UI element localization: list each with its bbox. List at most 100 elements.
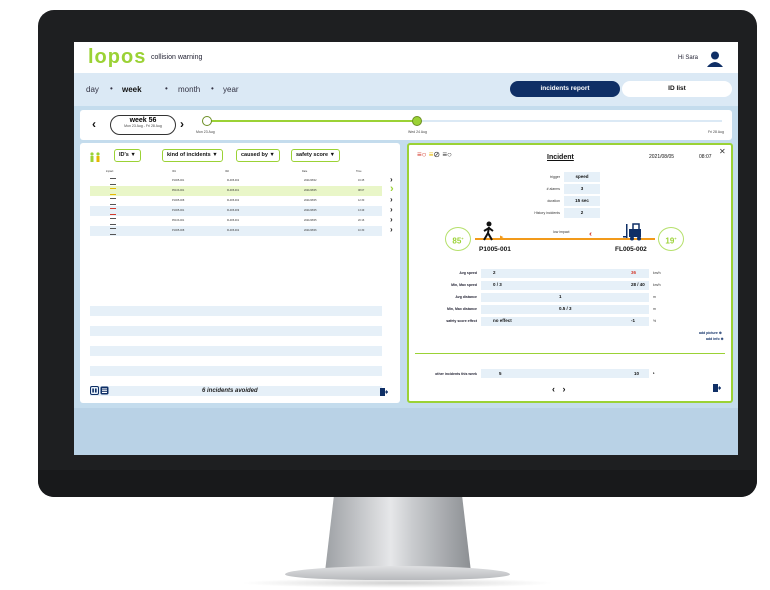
table-row[interactable]: P1005-001 FL005-009 2021/08/05 13:49 bbox=[90, 206, 382, 216]
table-row[interactable]: P1005-008 FL005-002 2021/08/06 10:30 bbox=[90, 226, 382, 236]
week-selector[interactable]: week 56 Mon 23 Aug - Fri 28 Aug bbox=[110, 115, 176, 135]
cell-id1: P1005-001 bbox=[172, 179, 185, 182]
empty-row bbox=[90, 346, 382, 356]
cell-time: 10:30 bbox=[358, 229, 365, 232]
period-week[interactable]: week bbox=[122, 85, 142, 94]
period-year[interactable]: year bbox=[223, 85, 239, 94]
list-red-icon[interactable]: ≡○ bbox=[417, 150, 427, 159]
export-icon[interactable] bbox=[713, 384, 721, 392]
export-icon[interactable] bbox=[380, 388, 388, 396]
ids-filter[interactable]: ID's ▼ bbox=[114, 149, 141, 162]
other-incidents-left: 5 bbox=[499, 371, 502, 376]
metric-right-value: 28 / 40 bbox=[631, 282, 645, 287]
cell-date: 2021/08/02 bbox=[304, 179, 317, 182]
impact-icon bbox=[110, 178, 116, 185]
period-day[interactable]: day bbox=[86, 85, 99, 94]
entity-right-id: FL005-002 bbox=[615, 246, 647, 253]
row-open-arrow[interactable]: › bbox=[390, 195, 393, 204]
incident-title: Incident bbox=[547, 154, 574, 161]
table-row[interactable]: P0103-001 FL005-001 2021/08/05 20:16 bbox=[90, 216, 382, 226]
other-incidents-unit: ▸ bbox=[653, 371, 655, 375]
separator-dot: • bbox=[165, 84, 168, 93]
people-icon[interactable] bbox=[89, 151, 101, 163]
next-incident-button[interactable]: › bbox=[563, 384, 566, 394]
metric-center-value: 1 bbox=[559, 294, 562, 299]
id-list-button[interactable]: ID list bbox=[622, 81, 732, 97]
table-row[interactable]: P1005-001 FL005-002 2021/08/02 16:45 bbox=[90, 176, 382, 186]
user-avatar-icon[interactable] bbox=[706, 50, 724, 68]
incident-date: 2021/08/05 bbox=[649, 154, 675, 160]
column-header: Time bbox=[356, 170, 362, 173]
separator-dot: • bbox=[211, 84, 214, 93]
period-month[interactable]: month bbox=[178, 85, 200, 94]
metric-unit: km/h bbox=[653, 271, 661, 275]
column-header: Date bbox=[302, 170, 308, 173]
detail-label: duration bbox=[547, 199, 560, 203]
safety-score-filter[interactable]: safety score ▼ bbox=[291, 149, 341, 162]
view-toggles: ≡○ ≡⊘ ≡○ bbox=[417, 150, 452, 159]
metric-bar bbox=[481, 293, 649, 302]
user-greeting: Hi Sara bbox=[678, 55, 699, 61]
cell-id2: FL005-009 bbox=[227, 209, 240, 212]
cell-id1: P1005-001 bbox=[172, 209, 185, 212]
right-score-value: 19 bbox=[665, 236, 675, 246]
close-icon[interactable]: ✕ bbox=[719, 147, 726, 156]
metric-bar bbox=[481, 281, 649, 290]
caused-by-filter[interactable]: caused by ▼ bbox=[236, 149, 280, 162]
list-footer: 6 incidents avoided bbox=[80, 384, 400, 403]
cell-time: 08:07 bbox=[358, 189, 365, 192]
next-week-button[interactable]: › bbox=[180, 117, 184, 131]
timeline-start-node[interactable] bbox=[202, 116, 212, 126]
monitor-stand-neck bbox=[325, 497, 471, 572]
metric-label: Min, Max speed bbox=[451, 283, 477, 287]
warning-arrows-icon: ‹‹‹ bbox=[589, 231, 592, 238]
table-row[interactable]: P0103-001 FL005-001 2021/08/05 08:07 bbox=[90, 186, 382, 196]
kind-filter[interactable]: kind of incidents ▼ bbox=[162, 149, 223, 162]
pedestrian-icon bbox=[483, 221, 494, 241]
detail-value: speed bbox=[564, 172, 600, 182]
incidents-list-panel: ID's ▼ kind of incidents ▼ caused by ▼ s… bbox=[80, 143, 400, 403]
metric-left-value: 2 bbox=[493, 270, 496, 275]
list-gray-icon[interactable]: ≡○ bbox=[442, 150, 452, 159]
check-circle-icon[interactable]: ⊘ bbox=[433, 150, 440, 159]
metric-unit: m bbox=[653, 307, 656, 311]
forklift-icon bbox=[623, 223, 641, 241]
metric-right-value: -1 bbox=[631, 318, 636, 323]
cell-date: 2021/08/06 bbox=[304, 229, 317, 232]
impact-icon bbox=[110, 198, 116, 205]
metric-bar bbox=[481, 269, 649, 278]
detail-value: 15 sec bbox=[564, 196, 600, 206]
prev-incident-button[interactable]: ‹ bbox=[552, 384, 555, 394]
add-picture-label: add picture bbox=[699, 331, 718, 335]
timeline-current-node[interactable] bbox=[412, 116, 422, 126]
add-picture-link[interactable]: add picture ⊕ bbox=[699, 331, 722, 335]
row-open-arrow[interactable]: › bbox=[390, 183, 394, 195]
row-open-arrow[interactable]: › bbox=[390, 205, 393, 214]
column-header: ID1 bbox=[172, 170, 176, 173]
add-info-label: add info bbox=[706, 337, 720, 341]
cell-time: 13:49 bbox=[358, 209, 365, 212]
detail-label: trigger bbox=[550, 175, 560, 179]
incidents-report-button[interactable]: incidents report bbox=[510, 81, 620, 97]
metric-left-value: 0 / 3 bbox=[493, 282, 502, 287]
metric-label: safety score effect bbox=[446, 319, 477, 323]
add-info-link[interactable]: add info ⊕ bbox=[706, 337, 724, 341]
impact-label: low impact bbox=[553, 230, 570, 234]
separator-dot: • bbox=[110, 84, 113, 93]
prev-week-button[interactable]: ‹ bbox=[92, 117, 96, 131]
cell-time: 16:45 bbox=[358, 179, 365, 182]
cell-date: 2021/08/05 bbox=[304, 189, 317, 192]
impact-icon bbox=[110, 208, 116, 215]
impact-icon bbox=[110, 188, 116, 195]
row-open-arrow[interactable]: › bbox=[390, 225, 393, 234]
grid-view-icon[interactable] bbox=[90, 386, 110, 395]
top-bar: lopos collision warning Hi Sara bbox=[74, 42, 738, 73]
cell-id1: P1005-008 bbox=[172, 199, 185, 202]
cell-time: 20:16 bbox=[358, 219, 365, 222]
column-header: impact bbox=[106, 170, 114, 173]
cell-id1: P0103-001 bbox=[172, 219, 185, 222]
row-open-arrow[interactable]: › bbox=[390, 215, 393, 224]
week-range: Mon 23 Aug - Fri 28 Aug bbox=[124, 124, 162, 128]
timeline-mid-label: Wed 24 Aug bbox=[408, 130, 428, 134]
table-row[interactable]: P1005-008 FL005-002 2021/08/05 12:30 bbox=[90, 196, 382, 206]
